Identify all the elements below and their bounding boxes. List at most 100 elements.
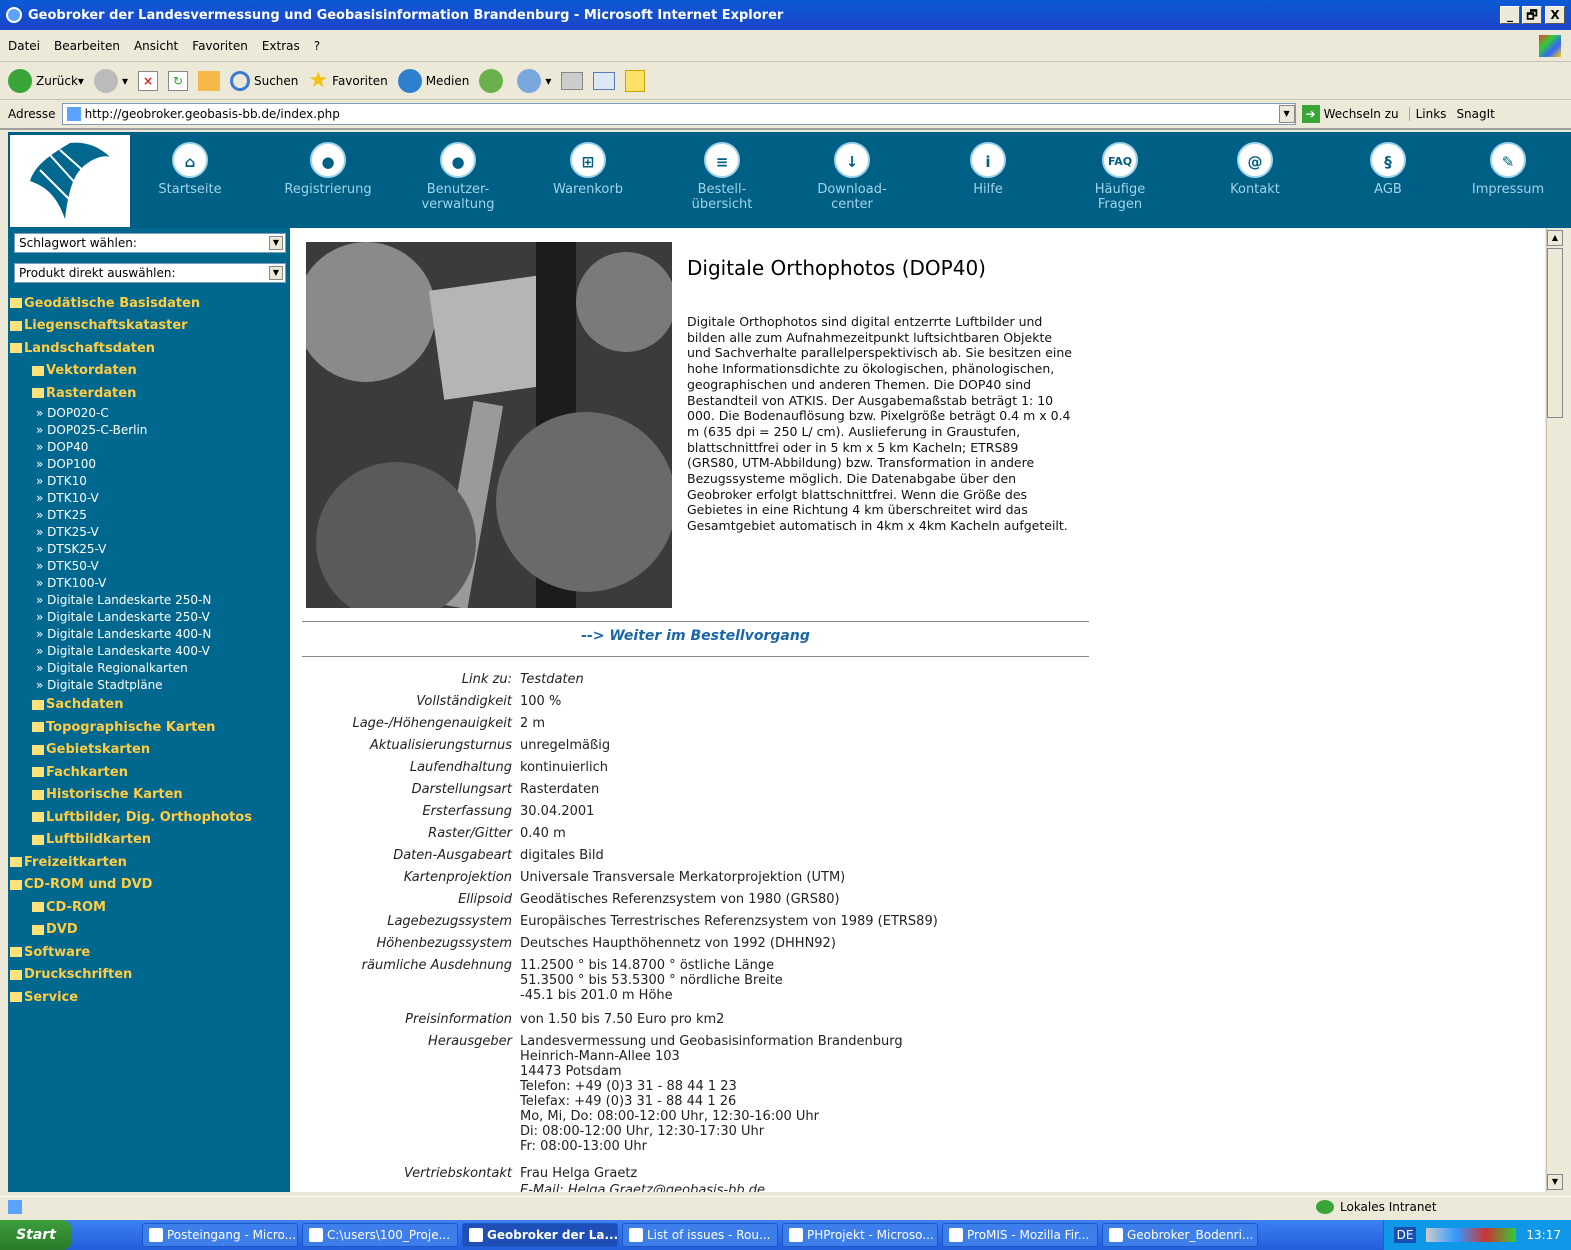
tree-item[interactable]: » Digitale Regionalkarten [10,660,290,677]
taskbar-task[interactable]: ProMIS - Mozilla Fir... [942,1223,1098,1247]
taskbar-task[interactable]: Posteingang - Micro... [142,1223,298,1247]
tray-icons[interactable] [1426,1228,1517,1242]
forward-button[interactable]: ▾ [93,68,128,93]
tree-item[interactable]: » DOP020-C [10,405,290,422]
snagit-button[interactable]: SnagIt [1456,107,1494,121]
taskbar-task[interactable]: List of issues - Rou... [622,1223,778,1247]
tree-item[interactable]: Rasterdaten [10,382,290,405]
maximize-button[interactable]: 🗗 [1522,6,1542,24]
geobroker-logo[interactable] [10,135,130,227]
tree-item[interactable]: » DTK25 [10,507,290,524]
nav-item[interactable]: ⌂ Startseite [130,142,250,197]
tree-item[interactable]: DVD [10,919,290,942]
go-button[interactable]: Wechseln zu [1324,107,1399,121]
scroll-thumb[interactable] [1547,248,1563,418]
tree-item[interactable]: CD-ROM und DVD [10,874,290,897]
tree-item[interactable]: » DTK100-V [10,575,290,592]
menu-extras[interactable]: Extras [262,39,300,53]
messenger-button[interactable] [625,69,646,92]
nav-item[interactable]: ✎ Impressum [1448,142,1568,197]
email-link[interactable]: E-Mail: Helga.Graetz@geobasis-bb.de [520,1183,765,1192]
taskbar-task[interactable]: C:\users\100_Proje... [302,1223,458,1247]
refresh-button[interactable]: ↻ [167,70,188,91]
tree-item[interactable]: » Digitale Landeskarte 400-N [10,626,290,643]
search-button[interactable]: Suchen [229,70,298,91]
nav-item[interactable]: ⊞ Warenkorb [528,142,648,197]
orthophoto-image [306,242,672,608]
media-button[interactable]: Medien [397,68,469,93]
vertical-scrollbar[interactable]: ▲ ▼ [1546,228,1564,1192]
menu-help[interactable]: ? [314,39,320,53]
folder-icon [32,365,44,376]
back-button[interactable]: Zurück ▾ [8,68,84,93]
close-button[interactable]: X [1545,6,1565,24]
tree-item[interactable]: Service [10,986,290,1009]
nav-item[interactable]: ≡ Bestell- übersicht [662,142,782,212]
tree-item[interactable]: Luftbilder, Dig. Orthophotos [10,806,290,829]
testdaten-link[interactable]: Testdaten [520,672,584,687]
tree-item[interactable]: » DTK10-V [10,490,290,507]
taskbar-task[interactable]: Geobroker_Bodenri... [1102,1223,1258,1247]
keyword-select[interactable]: Schlagwort wählen: ▼ [14,233,286,253]
start-button[interactable]: Start [0,1220,72,1250]
tree-item[interactable]: Landschaftsdaten [10,337,290,360]
scroll-up-icon[interactable]: ▲ [1547,230,1563,246]
go-arrow-icon[interactable]: ➔ [1301,105,1320,123]
address-input[interactable]: http://geobroker.geobasis-bb.de/index.ph… [61,103,1296,125]
tree-item[interactable]: » Digitale Landeskarte 250-N [10,592,290,609]
taskbar-task[interactable]: Geobroker der La... [462,1223,618,1247]
tree-item[interactable]: Gebietskarten [10,739,290,762]
menu-ansicht[interactable]: Ansicht [134,39,178,53]
tree-item[interactable]: Sachdaten [10,694,290,717]
tree-item[interactable]: Software [10,941,290,964]
print-button[interactable] [561,71,584,90]
tree-item[interactable]: Druckschriften [10,964,290,987]
tree-item[interactable]: » Digitale Landeskarte 250-V [10,609,290,626]
tree-item[interactable]: » DOP025-C-Berlin [10,422,290,439]
address-dropdown-icon[interactable]: ▼ [1278,105,1295,123]
tree-item[interactable]: Topographische Karten [10,716,290,739]
tree-item[interactable]: Fachkarten [10,761,290,784]
tree-item[interactable]: Historische Karten [10,784,290,807]
scroll-down-icon[interactable]: ▼ [1547,1174,1563,1190]
tree-item[interactable]: » Digitale Landeskarte 400-V [10,643,290,660]
favorites-button[interactable]: ★ Favoriten [308,68,387,93]
menu-bearbeiten[interactable]: Bearbeiten [54,39,120,53]
nav-item[interactable]: FAQ Häufige Fragen [1060,142,1180,212]
continue-order-link[interactable]: --> Weiter im Bestellvorgang [302,628,1089,644]
edit-button[interactable] [593,71,616,90]
tree-item[interactable]: Liegenschaftskataster [10,315,290,338]
tree-item[interactable]: Freizeitkarten [10,851,290,874]
tree-item[interactable]: » Digitale Stadtpläne [10,677,290,694]
tree-item[interactable]: » DOP40 [10,439,290,456]
menu-favoriten[interactable]: Favoriten [192,39,248,53]
language-indicator[interactable]: DE [1393,1227,1417,1243]
tree-item[interactable]: » DTK10 [10,473,290,490]
mail-button[interactable]: ▾ [517,68,551,93]
folder-icon [32,699,44,710]
tree-item[interactable]: Luftbildkarten [10,829,290,852]
links-button[interactable]: Links [1408,107,1446,121]
taskbar-task[interactable]: PHProjekt - Microso... [782,1223,938,1247]
tree-item[interactable]: CD-ROM [10,896,290,919]
tree-item[interactable]: » DTK25-V [10,524,290,541]
nav-item[interactable]: ● Registrierung [268,142,388,197]
tree-item[interactable]: Geodätische Basisdaten [10,292,290,315]
nav-item[interactable]: @ Kontakt [1195,142,1315,197]
tree-item[interactable]: Vektordaten [10,360,290,383]
product-select[interactable]: Produkt direkt auswählen: ▼ [14,263,286,283]
history-button[interactable] [479,68,507,93]
nav-item[interactable]: § AGB [1328,142,1448,197]
tree-item[interactable]: » DOP100 [10,456,290,473]
stop-button[interactable]: × [137,70,158,91]
home-button[interactable] [197,70,220,91]
detail-key: Kartenprojektion [403,870,512,885]
nav-item[interactable]: i Hilfe [928,142,1048,197]
minimize-button[interactable]: _ [1500,6,1520,24]
window-title-bar[interactable]: Geobroker der Landesvermessung und Geoba… [0,0,1571,30]
tree-item[interactable]: » DTK50-V [10,558,290,575]
menu-datei[interactable]: Datei [8,39,40,53]
nav-item[interactable]: ↓ Download- center [792,142,912,212]
tree-item[interactable]: » DTSK25-V [10,541,290,558]
nav-item[interactable]: ● Benutzer- verwaltung [398,142,518,212]
